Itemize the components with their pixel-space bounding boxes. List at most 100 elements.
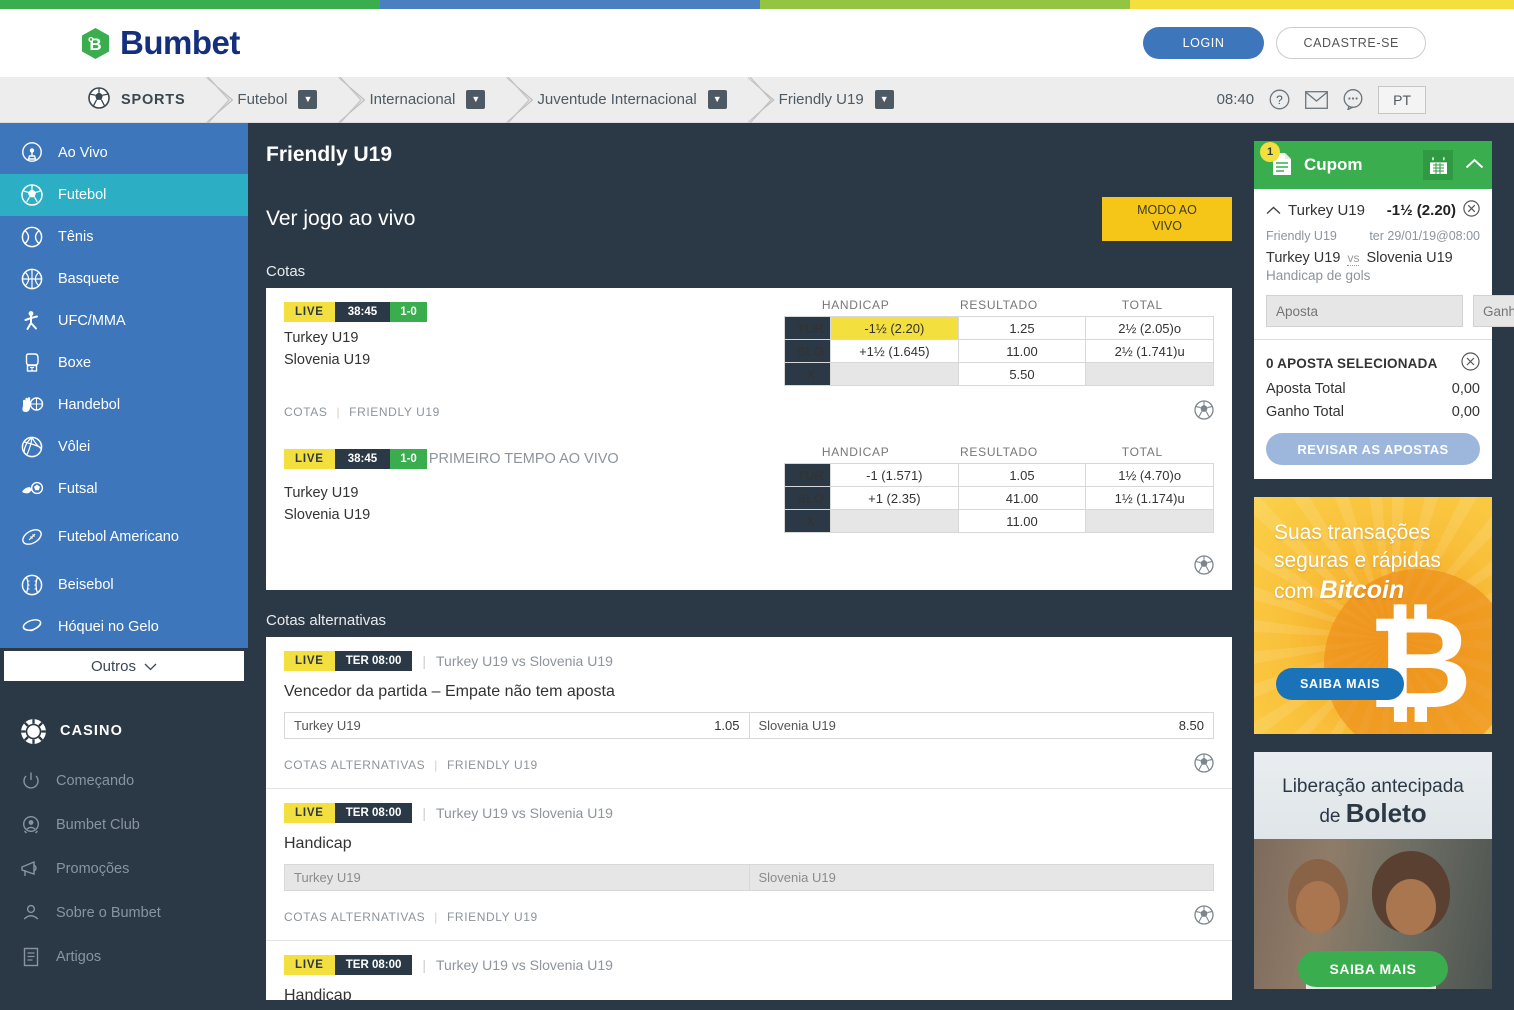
kickoff-badge: TER 08:00 (334, 955, 413, 975)
total-win-row: Ganho Total 0,00 (1266, 404, 1480, 420)
sidebar-item-ao-vivo[interactable]: Ao Vivo (0, 132, 248, 174)
odds-table-wrap: HANDICAP RESULTADO TOTAL TUR -1 (1.571) … (784, 445, 1214, 533)
cotas-label: Cotas (266, 263, 306, 280)
odd-resultado[interactable]: 11.00 (957, 509, 1087, 533)
sidebar-item-tenis[interactable]: Tênis (0, 216, 248, 258)
breadcrumb-item-internacional[interactable]: Internacional ▼ (339, 77, 507, 123)
win-input[interactable] (1473, 295, 1514, 327)
tennis-icon (19, 224, 45, 250)
sidebar-item-futsal[interactable]: Futsal (0, 468, 248, 510)
sidebar-item-bumbet-club[interactable]: Bumbet Club (0, 803, 248, 847)
sidebar-item-promocoes[interactable]: Promoções (0, 847, 248, 891)
review-bets-button[interactable]: REVISAR AS APOSTAS (1266, 433, 1480, 465)
breadcrumb-item-friendly-u19[interactable]: Friendly U19 ▼ (749, 77, 916, 123)
odd-resultado[interactable]: 1.25 (957, 316, 1087, 340)
soccer-ball-icon[interactable] (1194, 400, 1214, 423)
odd-handicap[interactable]: +1½ (1.645) (830, 339, 959, 363)
sidebar-item-futebol[interactable]: Futebol (0, 174, 248, 216)
breadcrumb-utilities: 08:40 ? PT (1217, 85, 1514, 114)
sidebar-casino-label: CASINO (60, 723, 123, 739)
odd-handicap-empty (830, 509, 959, 533)
odd-handicap[interactable]: -1 (1.571) (830, 463, 959, 487)
remove-pick-icon[interactable] (1463, 200, 1480, 220)
help-icon[interactable]: ? (1267, 88, 1291, 112)
sidebar-others-button[interactable]: Outros (4, 651, 244, 681)
promo-banner-bitcoin[interactable]: ₿ Suas transações seguras e rápidas com … (1254, 497, 1492, 734)
live-section-header: Ver jogo ao vivo MODO AO VIVO (266, 197, 1232, 241)
odd-total[interactable]: 1½ (1.174)u (1085, 486, 1214, 510)
odd-total[interactable]: 2½ (2.05)o (1085, 316, 1214, 340)
total-win-label: Ganho Total (1266, 404, 1344, 420)
promo-bitcoin-cta[interactable]: SAIBA MAIS (1276, 668, 1405, 700)
chat-icon[interactable] (1341, 88, 1365, 112)
sidebar-item-handebol[interactable]: Handebol (0, 384, 248, 426)
svg-text:?: ? (1276, 93, 1283, 107)
alt-cards-group: LIVE TER 08:00 | Turkey U19 vs Slovenia … (266, 637, 1232, 1000)
total-stake-label: Aposta Total (1266, 381, 1346, 397)
odd-resultado[interactable]: 41.00 (957, 486, 1087, 510)
breadcrumb-sports[interactable]: SPORTS (0, 77, 207, 122)
chevron-down-icon[interactable]: ▼ (298, 90, 318, 109)
sidebar-item-ufc-mma[interactable]: UFC/MMA (0, 300, 248, 342)
chevron-down-icon[interactable]: ▼ (874, 90, 894, 109)
mail-icon[interactable] (1304, 88, 1328, 112)
sidebar-item-beisebol[interactable]: Beisebol (0, 564, 248, 606)
divider: | (422, 653, 427, 669)
alt-option-value: 1.05 (714, 718, 740, 733)
market-title: Vencedor da partida – Empate não tem apo… (284, 683, 615, 700)
sidebar-item-sobre-o-bumbet[interactable]: Sobre o Bumbet (0, 891, 248, 935)
alt-option[interactable]: Turkey U19 1.05 (285, 713, 749, 738)
sidebar-item-artigos[interactable]: Artigos (0, 935, 248, 979)
odd-total[interactable]: 1½ (4.70)o (1085, 463, 1214, 487)
column-header: TOTAL (1121, 298, 1163, 312)
alt-option[interactable]: Turkey U19 (285, 865, 749, 890)
sidebar-item-futebol-americano[interactable]: Futebol Americano (0, 510, 248, 564)
team-code: SLO (784, 486, 831, 510)
selection-summary-row: 0 APOSTA SELECIONADA (1266, 352, 1480, 374)
login-button[interactable]: LOGIN (1142, 27, 1265, 59)
selection-summary: 0 APOSTA SELECIONADA (1266, 355, 1438, 371)
home-team: Turkey U19 (284, 485, 359, 501)
odd-resultado[interactable]: 1.05 (957, 463, 1087, 487)
chevron-down-icon[interactable]: ▼ (466, 90, 486, 109)
soccer-ball-icon[interactable] (1194, 753, 1214, 776)
sidebar-item-hoquei-no-gelo[interactable]: Hóquei no Gelo (0, 606, 248, 648)
match-clock: 38:45 (334, 449, 391, 469)
promo-line-3-brand: Bitcoin (1319, 576, 1405, 605)
brand-logo[interactable]: B Bumbet (80, 24, 240, 62)
stake-input[interactable] (1266, 295, 1463, 327)
promo-banner-boleto[interactable]: Liberação antecipada de Boleto SAIBA MAI… (1254, 752, 1492, 989)
breadcrumb-sports-label: SPORTS (121, 91, 186, 108)
power-icon (19, 769, 43, 793)
promo-boleto-cta[interactable]: SAIBA MAIS (1298, 951, 1448, 987)
odd-handicap[interactable]: -1½ (2.20) (830, 316, 959, 340)
calendar-icon[interactable] (1423, 150, 1453, 180)
expand-icon[interactable] (1266, 202, 1281, 218)
sidebar-item-comecando[interactable]: Começando (0, 759, 248, 803)
clear-all-icon[interactable] (1461, 352, 1480, 374)
alt-option[interactable]: Slovenia U19 8.50 (748, 713, 1214, 738)
promo-line-2-brand: Boleto (1345, 798, 1427, 828)
odds-row: X 11.00 (784, 509, 1214, 533)
live-mode-button[interactable]: MODO AO VIVO (1102, 197, 1232, 241)
alt-option-label: Slovenia U19 (758, 718, 836, 733)
odd-resultado[interactable]: 11.00 (957, 339, 1087, 363)
alt-option[interactable]: Slovenia U19 (748, 865, 1213, 890)
breadcrumb-item-juventude-internacional[interactable]: Juventude Internacional ▼ (507, 77, 748, 123)
odd-resultado[interactable]: 5.50 (957, 362, 1087, 386)
collapse-icon[interactable] (1465, 157, 1484, 173)
sidebar-item-basquete[interactable]: Basquete (0, 258, 248, 300)
breadcrumb-item-futebol[interactable]: Futebol ▼ (207, 77, 339, 123)
sidebar-item-boxe[interactable]: Boxe (0, 342, 248, 384)
soccer-ball-icon[interactable] (1194, 905, 1214, 928)
page-title: Friendly U19 (266, 143, 393, 166)
odd-total-empty (1085, 509, 1214, 533)
sidebar-item-casino[interactable]: CASINO (0, 703, 248, 759)
odd-total[interactable]: 2½ (1.741)u (1085, 339, 1214, 363)
register-button[interactable]: CADASTRE-SE (1276, 27, 1426, 59)
language-selector[interactable]: PT (1378, 85, 1426, 114)
chevron-down-icon[interactable]: ▼ (707, 90, 727, 109)
odd-handicap[interactable]: +1 (2.35) (830, 486, 959, 510)
soccer-ball-icon[interactable] (1194, 555, 1214, 578)
sidebar-item-volei[interactable]: Vôlei (0, 426, 248, 468)
